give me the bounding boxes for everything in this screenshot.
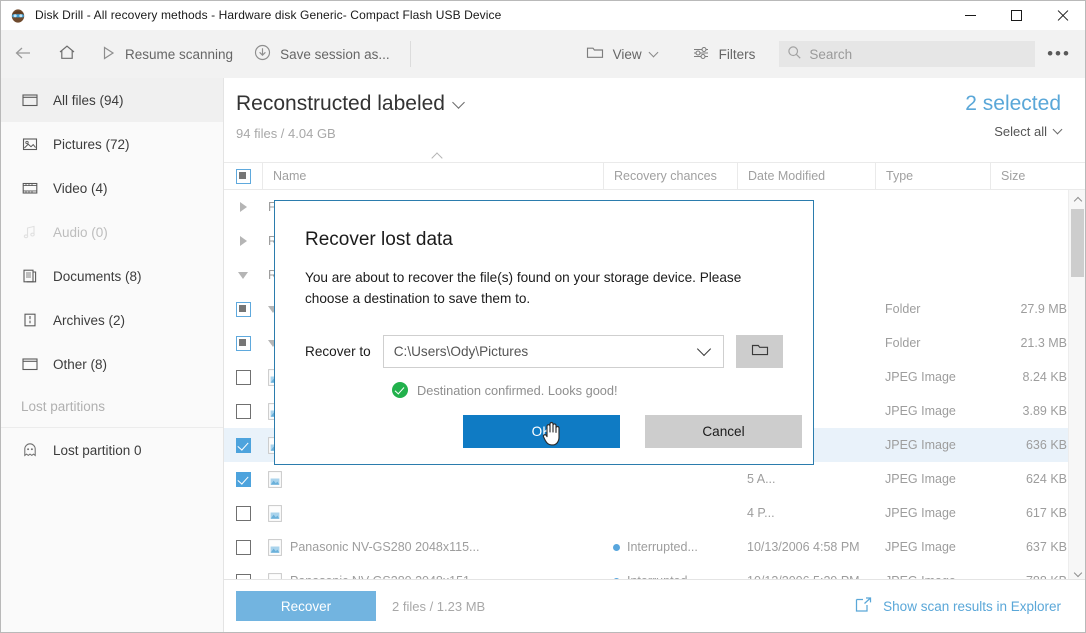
dialog-actions: OK Cancel bbox=[463, 415, 802, 448]
recover-to-label: Recover to bbox=[305, 344, 371, 360]
folder-open-icon bbox=[749, 341, 771, 362]
cancel-button[interactable]: Cancel bbox=[645, 415, 802, 448]
modal-overlay: Recover lost data You are about to recov… bbox=[1, 1, 1085, 632]
destination-path-value: C:\Users\Ody\Pictures bbox=[393, 344, 529, 360]
destination-row: Recover to C:\Users\Ody\Pictures bbox=[305, 335, 783, 369]
dialog-title: Recover lost data bbox=[305, 229, 453, 250]
check-circle-icon bbox=[392, 382, 408, 399]
ok-button[interactable]: OK bbox=[463, 415, 620, 448]
dialog-body-text: You are about to recover the file(s) fou… bbox=[305, 270, 742, 306]
destination-status: Destination confirmed. Looks good! bbox=[392, 382, 783, 399]
destination-path-dropdown[interactable]: C:\Users\Ody\Pictures bbox=[382, 335, 724, 369]
app-window: Disk Drill - All recovery methods - Hard… bbox=[0, 0, 1086, 633]
recover-lost-data-dialog: Recover lost data You are about to recov… bbox=[274, 200, 814, 465]
browse-folder-button[interactable] bbox=[736, 335, 783, 369]
chevron-down-icon bbox=[696, 341, 712, 356]
destination-status-text: Destination confirmed. Looks good! bbox=[417, 382, 618, 398]
